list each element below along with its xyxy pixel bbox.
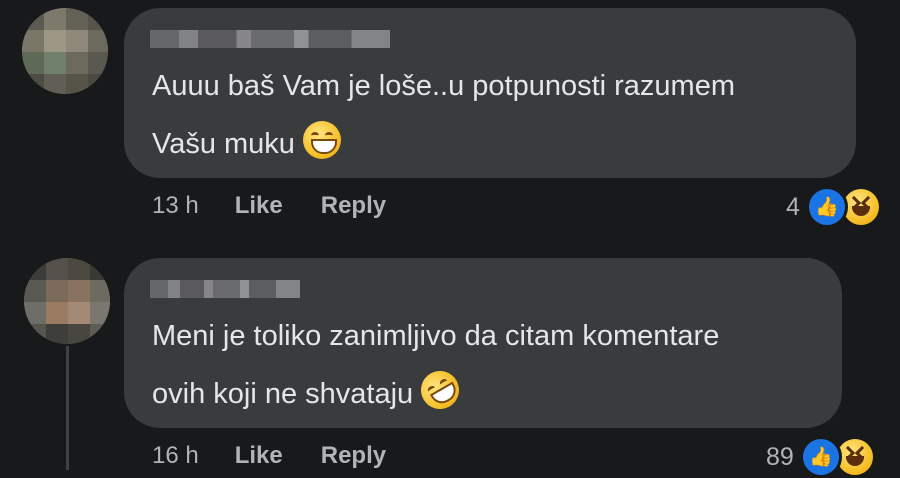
like-reaction-icon: 👍 xyxy=(799,436,842,478)
reactions-summary[interactable]: 4 👍 xyxy=(786,186,882,228)
comment-text-line-2: Vašu muku xyxy=(152,120,341,168)
reply-button[interactable]: Reply xyxy=(321,442,386,470)
comment-text-line-2: ovih koji ne shvataju xyxy=(152,364,467,418)
comment-text-line-2-label: ovih koji ne shvataju xyxy=(152,378,414,410)
like-button[interactable]: Like xyxy=(235,192,283,220)
avatar[interactable] xyxy=(24,258,110,344)
rolling-on-floor-laughing-emoji-icon xyxy=(414,364,467,416)
like-button[interactable]: Like xyxy=(235,442,283,470)
comment-bubble: Auuu baš Vam je loše..u potpunosti razum… xyxy=(124,8,856,178)
reply-button[interactable]: Reply xyxy=(321,192,386,220)
avatar[interactable] xyxy=(22,8,108,94)
comment-meta: 13 h Like Reply xyxy=(152,192,424,220)
reactions-summary[interactable]: 89 👍 xyxy=(766,436,876,478)
comment-text-line-1: Meni je toliko zanimljivo da citam komen… xyxy=(152,320,720,352)
reaction-count: 4 xyxy=(786,192,800,221)
thread-line xyxy=(66,346,69,470)
comment-text-line-1: Auuu baš Vam je loše..u potpunosti razum… xyxy=(152,70,736,102)
comment-meta: 16 h Like Reply xyxy=(152,442,424,470)
like-reaction-icon: 👍 xyxy=(805,186,848,228)
author-name-blurred[interactable] xyxy=(150,280,300,298)
comment-bubble: Meni je toliko zanimljivo da citam komen… xyxy=(124,258,842,428)
grinning-face-emoji-icon xyxy=(302,121,341,159)
comment-text-line-2-label: Vašu muku xyxy=(152,128,295,160)
author-name-blurred[interactable] xyxy=(150,30,390,48)
comment-timestamp[interactable]: 13 h xyxy=(152,192,199,220)
reaction-count: 89 xyxy=(766,442,794,471)
comment-timestamp[interactable]: 16 h xyxy=(152,442,199,470)
